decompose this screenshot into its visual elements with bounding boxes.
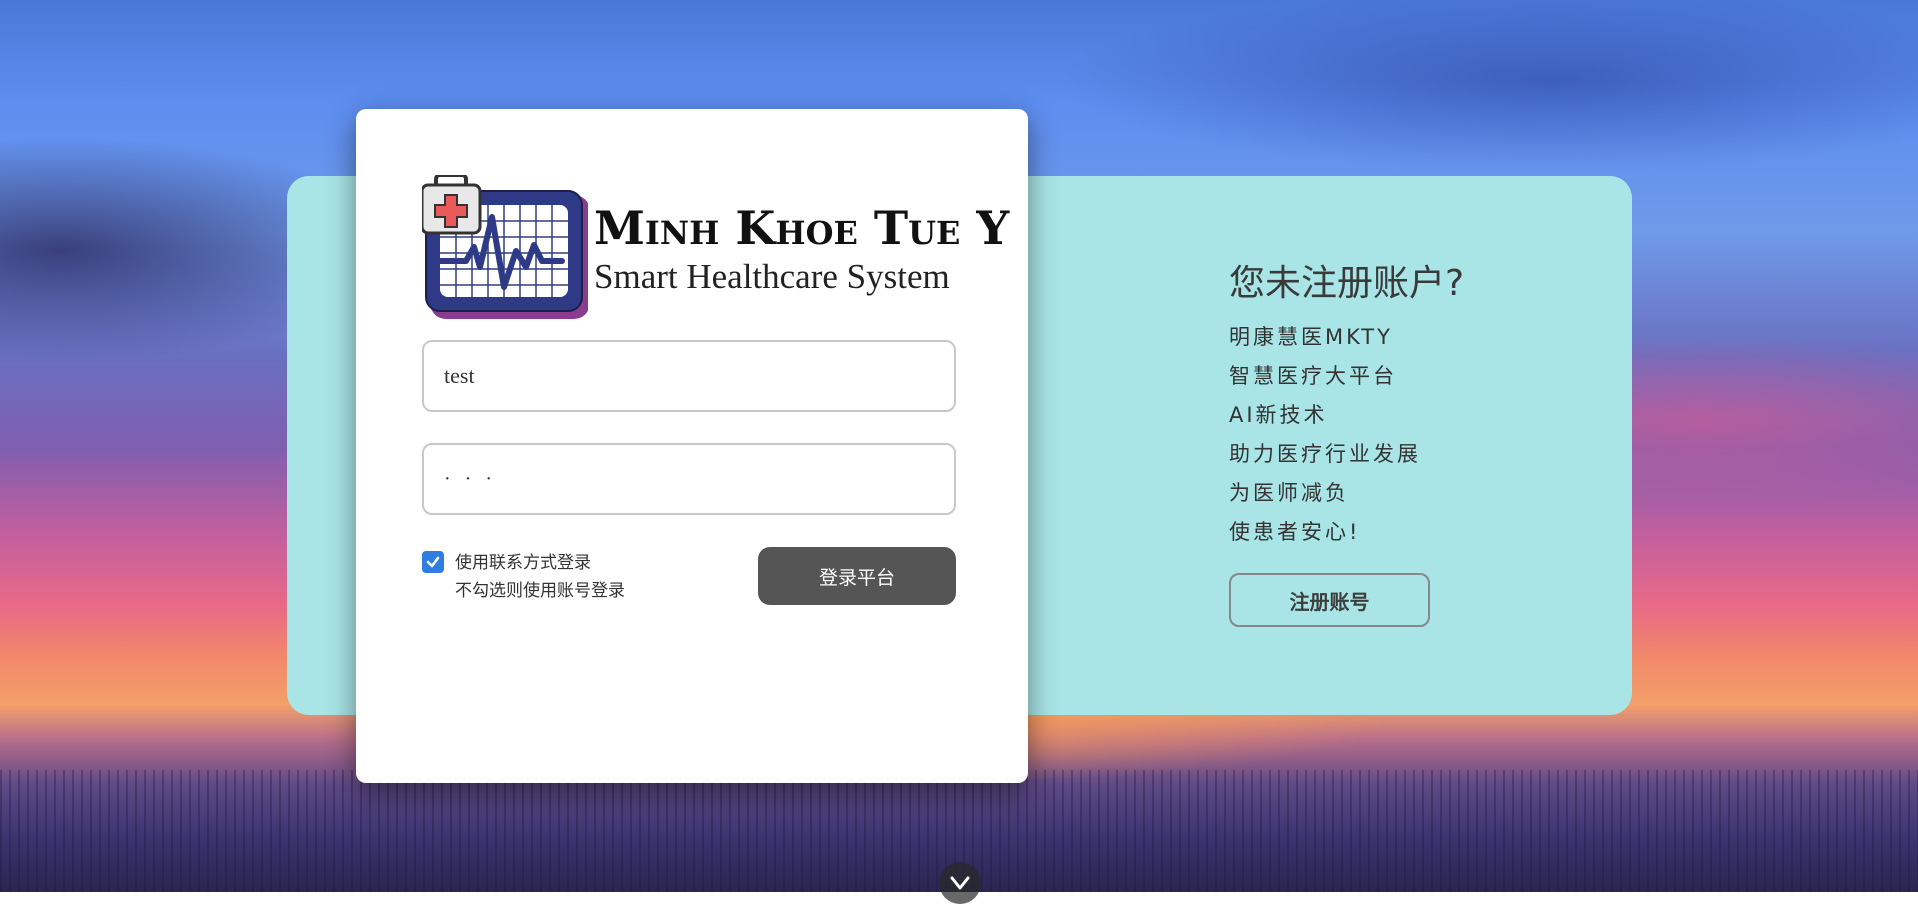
register-title: 您未注册账户? [1229,263,1465,304]
chevron-down-icon [950,876,970,890]
scroll-down-button[interactable] [939,862,981,904]
contact-login-checkbox[interactable] [422,551,444,573]
contact-login-label[interactable]: 使用联系方式登录 [455,549,591,577]
contact-login-hint: 不勾选则使用账号登录 [455,581,625,601]
brand-subtitle: Smart Healthcare System [594,257,950,296]
promo-line: 为医师减负 [1229,481,1349,505]
promo-lines: 明康慧医MKTY 智慧医疗大平台 AI新技术 助力医疗行业发展 为医师减负 使患… [1229,318,1589,552]
register-button[interactable]: 注册账号 [1229,573,1430,627]
login-card: Minh Khoe Tue Y Smart Healthcare System … [356,109,1028,783]
brand-title: Minh Khoe Tue Y [594,201,1010,255]
promo-line: 助力医疗行业发展 [1229,442,1421,466]
promo-line: 智慧医疗大平台 [1229,364,1397,388]
login-button[interactable]: 登录平台 [758,547,956,605]
promo-line: 使患者安心! [1229,520,1361,544]
password-input[interactable] [422,443,956,515]
brand-logo: Minh Khoe Tue Y Smart Healthcare System [422,175,1009,323]
register-promo: 您未注册账户? 明康慧医MKTY 智慧医疗大平台 AI新技术 助力医疗行业发展 … [1229,256,1589,552]
promo-line: 明康慧医MKTY [1229,325,1393,349]
check-icon [426,556,440,568]
username-input[interactable] [422,340,956,412]
medical-monitor-logo-icon [422,175,588,319]
promo-line: AI新技术 [1229,403,1328,427]
